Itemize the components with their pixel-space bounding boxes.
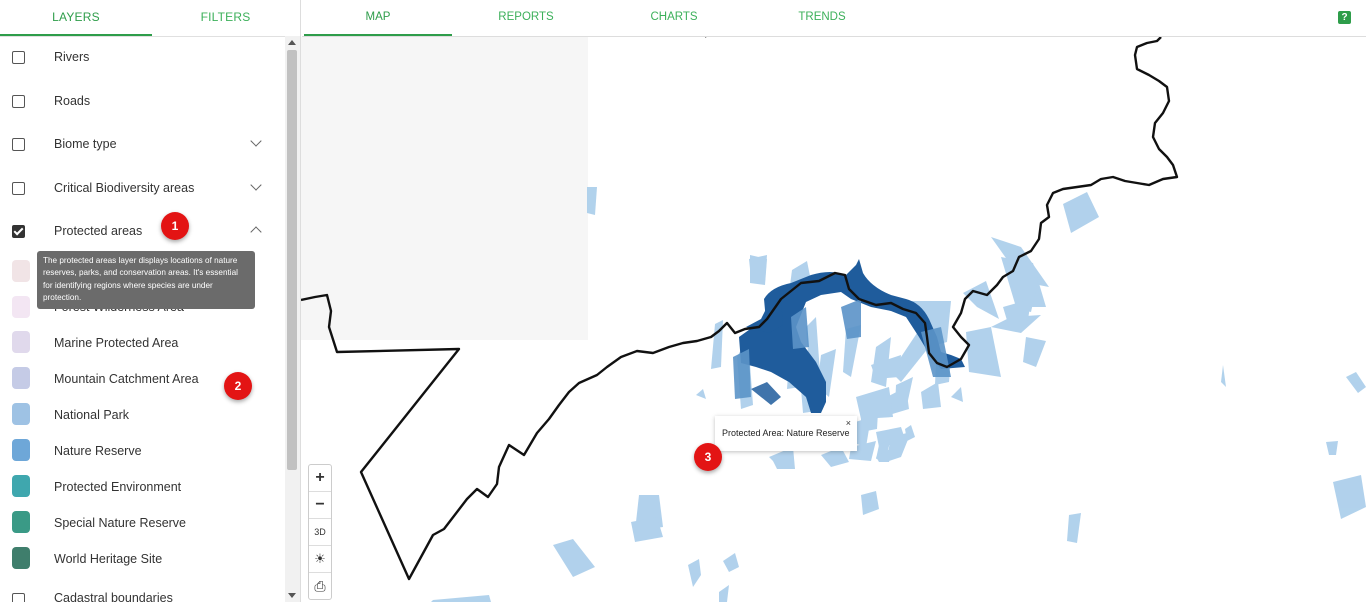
top-nav: MAP REPORTS CHARTS TRENDS ? <box>302 0 1366 37</box>
brightness-icon[interactable]: ☀ <box>309 546 331 573</box>
layer-list-scrollbar[interactable] <box>285 36 300 602</box>
legend-item: Marine Protected Area <box>0 328 285 358</box>
legend-item: Nature Reserve <box>0 436 285 466</box>
zoom-out-button[interactable]: − <box>309 492 331 519</box>
layer-label: Protected areas <box>54 224 143 238</box>
legend-label: Protected Environment <box>54 480 182 494</box>
layer-label: Critical Biodiversity areas <box>54 181 195 195</box>
help-button[interactable]: ? <box>1338 11 1351 24</box>
protected-areas-checkbox[interactable] <box>12 225 25 238</box>
map-svg <box>301 37 1366 602</box>
tab-reports[interactable]: REPORTS <box>452 0 600 34</box>
legend-label: Marine Protected Area <box>54 336 179 350</box>
layer-row-rivers[interactable]: Rivers <box>0 42 285 72</box>
scroll-down-icon[interactable] <box>288 593 296 598</box>
cadastral-checkbox[interactable] <box>12 593 25 602</box>
biome-type-checkbox[interactable] <box>12 138 25 151</box>
layer-row-biome-type[interactable]: Biome type <box>0 129 285 159</box>
tab-layers[interactable]: LAYERS <box>0 0 152 36</box>
layers-panel: LAYERS FILTERS Rivers Roads Biome type C… <box>0 0 301 602</box>
layer-row-critical-biodiversity[interactable]: Critical Biodiversity areas <box>0 173 285 203</box>
legend-swatch <box>12 439 30 461</box>
layer-row-protected-areas[interactable]: Protected areas <box>0 216 285 246</box>
legend-label: World Heritage Site <box>54 552 163 566</box>
tab-charts[interactable]: CHARTS <box>600 0 748 34</box>
legend-swatch <box>12 296 30 318</box>
rivers-checkbox[interactable] <box>12 51 25 64</box>
popup-close-button[interactable]: × <box>846 418 851 428</box>
tab-filters[interactable]: FILTERS <box>152 0 299 36</box>
layer-row-roads[interactable]: Roads <box>0 86 285 116</box>
annotation-marker-1: 1 <box>161 212 189 240</box>
annotation-marker-2: 2 <box>224 372 252 400</box>
tab-map[interactable]: MAP <box>304 0 452 36</box>
legend-label: Special Nature Reserve <box>54 516 187 530</box>
popup-text: Protected Area: Nature Reserve <box>722 428 850 438</box>
map-canvas[interactable]: × Protected Area: Nature Reserve + − 3D … <box>301 37 1366 602</box>
scroll-up-icon[interactable] <box>288 40 296 45</box>
map-controls: + − 3D ☀ ⎙ <box>308 464 332 600</box>
legend-swatch <box>12 403 30 425</box>
legend-swatch <box>12 331 30 353</box>
zoom-in-button[interactable]: + <box>309 465 331 492</box>
map-tile-placeholder <box>301 37 588 340</box>
legend-item: National Park <box>0 400 285 430</box>
3d-toggle-icon[interactable]: 3D <box>309 519 331 546</box>
layer-label: Cadastral boundaries <box>54 591 173 602</box>
tab-trends[interactable]: TRENDS <box>748 0 896 34</box>
legend-swatch <box>12 367 30 389</box>
roads-checkbox[interactable] <box>12 95 25 108</box>
protected-areas-tooltip: The protected areas layer displays locat… <box>37 251 255 309</box>
critical-biodiversity-checkbox[interactable] <box>12 182 25 195</box>
layer-row-cadastral[interactable]: Cadastral boundaries <box>0 584 285 602</box>
scroll-thumb[interactable] <box>287 50 297 470</box>
legend-item: Protected Environment <box>0 472 285 502</box>
feature-popup: × Protected Area: Nature Reserve <box>715 416 857 451</box>
panel-tabs: LAYERS FILTERS <box>0 0 300 37</box>
layer-list: Rivers Roads Biome type Critical Biodive… <box>0 36 285 602</box>
legend-swatch <box>12 547 30 569</box>
layer-label: Biome type <box>54 137 117 151</box>
legend-item: Special Nature Reserve <box>0 508 285 538</box>
legend-label: National Park <box>54 408 130 422</box>
legend-label: Nature Reserve <box>54 444 142 458</box>
print-icon[interactable]: ⎙ <box>309 573 331 599</box>
legend-swatch <box>12 475 30 497</box>
legend-swatch-hidden <box>12 260 30 282</box>
chevron-up-icon[interactable] <box>250 226 262 238</box>
annotation-marker-3: 3 <box>694 443 722 471</box>
legend-label: Mountain Catchment Area <box>54 372 199 386</box>
chevron-down-icon[interactable] <box>250 135 262 147</box>
legend-swatch <box>12 511 30 533</box>
legend-item: World Heritage Site <box>0 544 285 574</box>
layer-label: Rivers <box>54 50 90 64</box>
chevron-down-icon[interactable] <box>250 179 262 191</box>
layer-label: Roads <box>54 94 91 108</box>
